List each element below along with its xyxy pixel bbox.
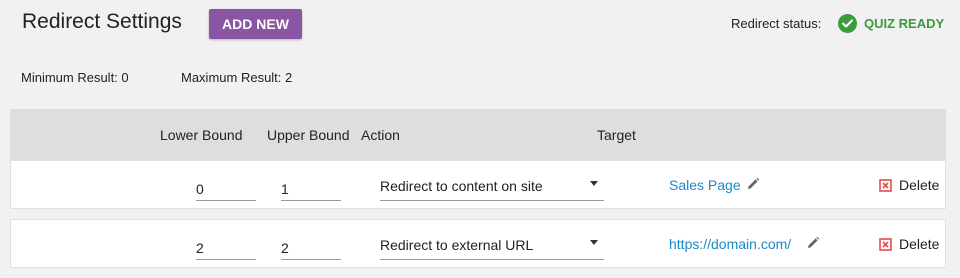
caret-down-icon <box>590 240 598 245</box>
pencil-icon[interactable] <box>806 236 820 250</box>
lower-bound-input[interactable] <box>196 177 256 201</box>
upper-bound-input[interactable] <box>281 236 341 260</box>
delete-icon <box>879 178 892 192</box>
caret-down-icon <box>590 181 598 186</box>
action-select[interactable]: Redirect to content on site <box>380 175 604 201</box>
action-select[interactable]: Redirect to external URL <box>380 234 604 260</box>
check-circle-icon <box>838 14 857 33</box>
pencil-icon[interactable] <box>746 177 760 191</box>
delete-label: Delete <box>899 236 940 252</box>
minimum-result: Minimum Result: 0 <box>21 70 129 85</box>
column-header-upper-bound: Upper Bound <box>267 127 350 143</box>
table-row: Redirect to content on site Sales Page D… <box>10 160 946 209</box>
action-select-value: Redirect to content on site <box>380 178 543 194</box>
delete-icon <box>879 237 892 251</box>
maximum-result: Maximum Result: 2 <box>181 70 293 85</box>
delete-button[interactable]: Delete <box>879 235 939 253</box>
redirect-status-value: QUIZ READY <box>864 16 945 31</box>
target-link[interactable]: Sales Page <box>669 177 741 193</box>
page-title: Redirect Settings <box>22 10 182 33</box>
redirect-status-label: Redirect status: <box>731 16 822 31</box>
delete-label: Delete <box>899 177 940 193</box>
action-select-value: Redirect to external URL <box>380 237 534 253</box>
column-header-lower-bound: Lower Bound <box>160 127 243 143</box>
target-link[interactable]: https://domain.com/ <box>669 236 791 252</box>
page-header: Redirect Settings ADD NEW Redirect statu… <box>0 0 960 52</box>
lower-bound-input[interactable] <box>196 236 256 260</box>
column-header-target: Target <box>597 127 636 143</box>
delete-button[interactable]: Delete <box>879 176 939 194</box>
column-header-action: Action <box>361 127 400 143</box>
add-new-button[interactable]: ADD NEW <box>209 9 302 39</box>
table-row: Redirect to external URL https://domain.… <box>10 219 946 268</box>
upper-bound-input[interactable] <box>281 177 341 201</box>
redirect-table-header: Lower Bound Upper Bound Action Target <box>10 109 946 160</box>
